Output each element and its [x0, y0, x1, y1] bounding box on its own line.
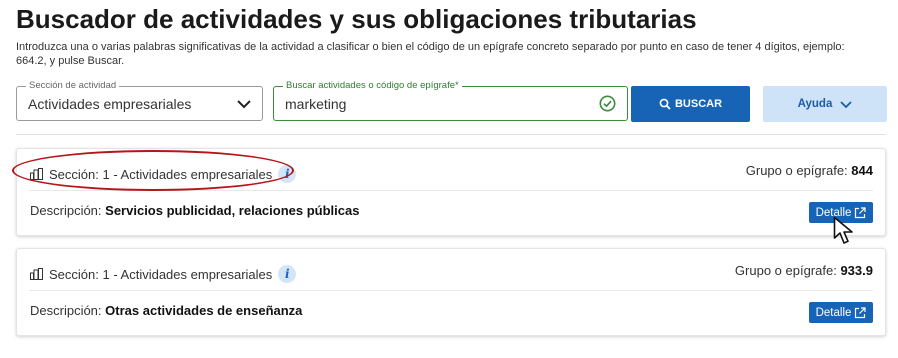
detail-button-label: Detalle: [815, 306, 852, 319]
search-input-label: Buscar actividades o código de epígrafe*: [283, 80, 462, 92]
result-description-label: Descripción:: [30, 303, 102, 318]
intro-text: Introduzca una o varias palabras signifi…: [16, 41, 845, 67]
result-section: Sección: 1 - Actividades empresariales i: [30, 265, 297, 283]
result-section-label: Sección: 1 - Actividades empresariales: [49, 266, 273, 282]
external-link-icon: [855, 306, 867, 318]
info-icon[interactable]: i: [278, 265, 297, 283]
info-icon[interactable]: i: [278, 165, 297, 183]
result-description: Descripción: Servicios publicidad, relac…: [30, 203, 359, 218]
result-group-value: 933.9: [840, 263, 873, 278]
result-description: Descripción: Otras actividades de enseña…: [30, 303, 302, 318]
result-description-value: Servicios publicidad, relaciones pública…: [105, 203, 360, 218]
search-input-value: marketing: [285, 96, 347, 112]
result-card: Sección: 1 - Actividades empresariales i…: [16, 248, 886, 336]
building-icon: [30, 268, 43, 280]
section-select-value: Actividades empresariales: [28, 96, 192, 112]
search-button-label: BUSCAR: [674, 98, 723, 110]
search-input[interactable]: Buscar actividades o código de epígrafe*…: [273, 80, 628, 121]
divider: [16, 134, 886, 135]
section-select[interactable]: Sección de actividad Actividades empresa…: [16, 80, 263, 121]
result-group: Grupo o epígrafe: 844: [746, 163, 873, 178]
search-icon: [659, 98, 671, 110]
section-select-label: Sección de actividad: [26, 80, 120, 92]
result-description-label: Descripción:: [30, 203, 102, 218]
result-group: Grupo o epígrafe: 933.9: [735, 263, 873, 278]
check-circle-icon: [599, 95, 616, 112]
building-icon: [30, 168, 43, 180]
result-group-label: Grupo o epígrafe:: [745, 163, 848, 178]
result-section: Sección: 1 - Actividades empresariales i: [30, 165, 297, 183]
chevron-down-icon: [237, 100, 251, 109]
result-group-label: Grupo o epígrafe:: [734, 263, 837, 278]
result-card: Sección: 1 - Actividades empresariales i…: [16, 148, 886, 236]
card-divider: [29, 290, 873, 291]
help-button-label: Ayuda: [797, 98, 833, 110]
result-group-value: 844: [851, 163, 873, 178]
chevron-down-icon: [840, 100, 852, 108]
pointer-cursor-icon: [833, 216, 853, 244]
search-button[interactable]: BUSCAR: [631, 86, 750, 122]
result-section-label: Sección: 1 - Actividades empresariales: [49, 166, 273, 182]
detail-button[interactable]: Detalle: [809, 302, 873, 323]
page-title: Buscador de actividades y sus obligacion…: [16, 4, 697, 34]
help-button[interactable]: Ayuda: [763, 86, 887, 122]
card-divider: [29, 190, 873, 191]
result-description-value: Otras actividades de enseñanza: [105, 303, 303, 318]
